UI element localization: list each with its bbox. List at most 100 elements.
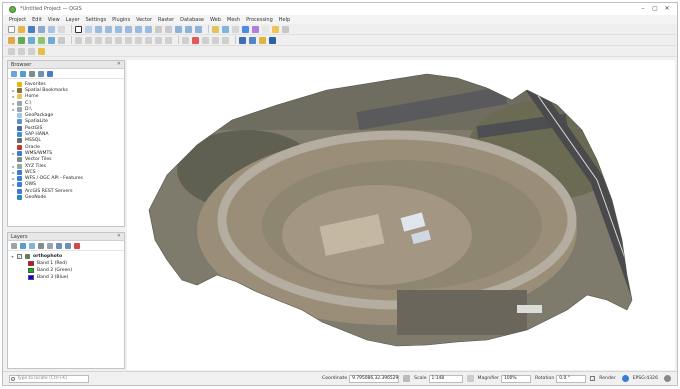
menu-project[interactable]: Project (9, 17, 26, 23)
new-print-layout-icon[interactable] (38, 25, 45, 33)
toggle-edit-icon[interactable] (75, 36, 82, 44)
toggle-extents-icon[interactable] (403, 375, 411, 382)
add-selected-layers-icon[interactable] (11, 70, 17, 77)
manage-visibility-icon[interactable] (29, 242, 35, 249)
measure-icon[interactable] (262, 25, 269, 33)
select-features-icon[interactable] (222, 25, 229, 33)
map-tips-icon[interactable] (282, 25, 289, 33)
add-feature-icon[interactable] (95, 36, 102, 44)
filter-legend-icon[interactable] (38, 242, 44, 249)
remove-layer-icon[interactable] (74, 242, 80, 249)
menu-raster[interactable]: Raster (158, 17, 174, 23)
menu-view[interactable]: View (48, 17, 60, 23)
redo-icon[interactable] (165, 36, 172, 44)
new-shapefile-icon[interactable] (28, 36, 35, 44)
expand-all-icon[interactable] (56, 242, 62, 249)
menu-settings[interactable]: Settings (86, 17, 107, 23)
advanced-digitize-icon[interactable] (18, 47, 25, 55)
minimize-button[interactable]: – (637, 4, 649, 14)
paste-features-icon[interactable] (145, 36, 152, 44)
zoom-selection-icon[interactable] (125, 25, 132, 33)
globe-icon[interactable] (621, 375, 629, 382)
open-project-icon[interactable] (18, 25, 25, 33)
label-pin-icon[interactable] (192, 36, 199, 44)
scale-select[interactable]: 1:148 (428, 374, 463, 383)
text-annotation-icon[interactable] (272, 25, 279, 33)
pan-icon[interactable] (75, 25, 82, 33)
add-group-icon[interactable] (20, 242, 26, 249)
save-project-icon[interactable] (28, 25, 35, 33)
digitize-icon[interactable] (58, 36, 65, 44)
zoom-full-icon[interactable] (115, 25, 122, 33)
filter-icon[interactable] (29, 70, 35, 77)
zoom-in-icon[interactable] (95, 25, 102, 33)
browser-item[interactable]: GeoNode (8, 194, 124, 200)
undo-icon[interactable] (155, 36, 162, 44)
copy-features-icon[interactable] (135, 36, 142, 44)
lock-scale-icon[interactable] (466, 375, 474, 382)
close-button[interactable]: ✕ (661, 4, 673, 14)
georeferencer-icon[interactable] (259, 36, 266, 44)
annotation-icon[interactable] (38, 47, 45, 55)
label-show-icon[interactable] (202, 36, 209, 44)
style-manager-icon[interactable] (58, 25, 65, 33)
temp-layer-icon[interactable] (48, 36, 55, 44)
crs-label[interactable]: EPSG:4326 (633, 376, 658, 381)
map-canvas[interactable] (127, 60, 675, 370)
label-rotate-icon[interactable] (222, 36, 229, 44)
collapse-all-icon[interactable] (38, 70, 44, 77)
menu-plugins[interactable]: Plugins (112, 17, 130, 23)
properties-icon[interactable] (47, 70, 53, 77)
zoom-layer-icon[interactable] (135, 25, 142, 33)
zoom-next-icon[interactable] (165, 25, 172, 33)
menu-help[interactable]: Help (279, 17, 290, 23)
menu-web[interactable]: Web (210, 17, 221, 23)
refresh-icon[interactable] (195, 25, 202, 33)
delete-selected-icon[interactable] (115, 36, 122, 44)
statistics-icon[interactable] (252, 25, 259, 33)
python-console-icon[interactable] (239, 36, 246, 44)
messages-icon[interactable] (664, 375, 671, 382)
cut-features-icon[interactable] (125, 36, 132, 44)
processing-toolbox-icon[interactable] (269, 36, 276, 44)
zoom-last-icon[interactable] (155, 25, 162, 33)
shape-digitize-icon[interactable] (28, 47, 35, 55)
expand-arrow-icon[interactable]: ▾ (10, 254, 15, 259)
coordinate-field[interactable]: 9.795086,32.396529 (349, 374, 400, 383)
menu-mesh[interactable]: Mesh (227, 17, 240, 23)
zoom-out-icon[interactable] (105, 25, 112, 33)
data-source-manager-icon[interactable] (8, 36, 15, 44)
menu-vector[interactable]: Vector (136, 17, 152, 23)
layout-manager-icon[interactable] (48, 25, 55, 33)
save-edits-icon[interactable] (85, 36, 92, 44)
layer-item-orthophoto[interactable]: ▾ ✓ orthophoto (8, 253, 124, 260)
menu-database[interactable]: Database (180, 17, 204, 23)
close-panel-icon[interactable]: ✕ (117, 233, 121, 239)
snapping-icon[interactable] (8, 47, 15, 55)
close-panel-icon[interactable]: ✕ (117, 61, 121, 67)
temporal-controller-icon[interactable] (185, 25, 192, 33)
new-project-icon[interactable] (8, 25, 15, 33)
identify-icon[interactable] (212, 25, 219, 33)
refresh-icon[interactable] (20, 70, 26, 77)
collapse-all-icon[interactable] (65, 242, 71, 249)
locator-search-input[interactable]: Type to locate (Ctrl+K) (9, 374, 89, 383)
new-map-view-icon[interactable] (175, 25, 182, 33)
magnifier-input[interactable]: 100% (501, 374, 532, 383)
zoom-native-icon[interactable] (145, 25, 152, 33)
label-move-icon[interactable] (212, 36, 219, 44)
menu-edit[interactable]: Edit (32, 17, 42, 23)
rotation-input[interactable]: 0.0 ° (556, 374, 587, 383)
layer-styling-icon[interactable] (11, 242, 17, 249)
field-calculator-icon[interactable] (242, 25, 249, 33)
filter-expression-icon[interactable] (47, 242, 53, 249)
render-checkbox[interactable]: ✓ (590, 376, 596, 381)
label-toolbar-icon[interactable] (182, 36, 189, 44)
new-geopackage-icon[interactable] (18, 36, 25, 44)
menu-processing[interactable]: Processing (246, 17, 273, 23)
virtual-layer-icon[interactable] (38, 36, 45, 44)
maximize-button[interactable]: ▢ (649, 4, 661, 14)
pan-to-selection-icon[interactable] (85, 25, 92, 33)
deselect-icon[interactable] (232, 25, 239, 33)
menu-layer[interactable]: Layer (66, 17, 80, 23)
